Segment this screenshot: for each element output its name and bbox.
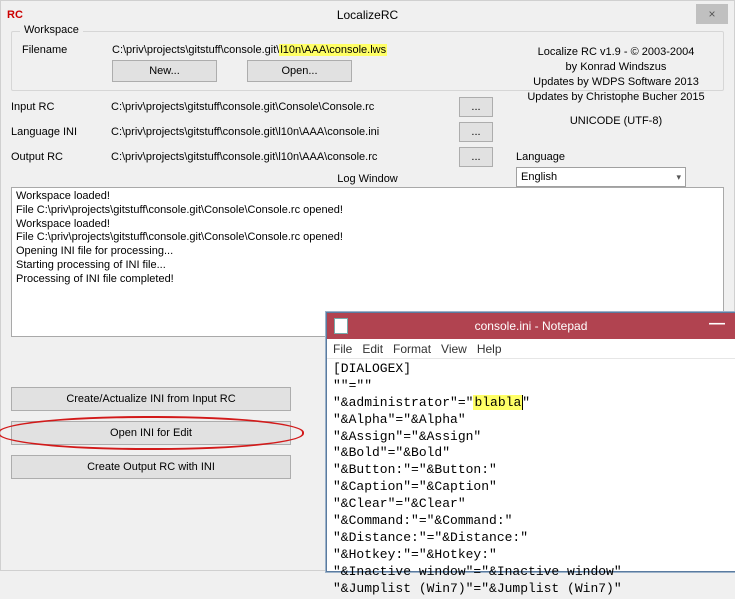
language-ini-value: C:\priv\projects\gitstuff\console.git\l1… (111, 126, 451, 138)
menu-edit[interactable]: Edit (362, 342, 383, 356)
app-icon: RC (7, 9, 23, 21)
filename-label: Filename (22, 44, 112, 56)
np-highlight: blabla (473, 395, 523, 410)
notepad-titlebar: console.ini - Notepad — (327, 313, 735, 339)
np-post: " "&Alpha"="&Alpha" "&Assign"="&Assign" … (333, 395, 622, 596)
create-output-rc-button[interactable]: Create Output RC with INI (11, 455, 291, 479)
filename-highlight: l10n\AAA\console.lws (279, 44, 387, 56)
about-encoding: UNICODE (UTF-8) (516, 114, 716, 129)
language-label: Language (516, 151, 716, 163)
input-rc-browse-button[interactable]: ... (459, 97, 493, 117)
about-line2: by Konrad Windszus (516, 60, 716, 75)
menu-format[interactable]: Format (393, 342, 431, 356)
about-line1: Localize RC v1.9 - © 2003-2004 (516, 45, 716, 60)
window-title: LocalizeRC (337, 8, 398, 22)
np-pre: [DIALOGEX] ""="" "&administrator"=" (333, 361, 473, 410)
notepad-menu: File Edit Format View Help (327, 339, 735, 359)
about-line4: Updates by Christophe Bucher 2015 (516, 90, 716, 105)
output-rc-browse-button[interactable]: ... (459, 147, 493, 167)
menu-view[interactable]: View (441, 342, 467, 356)
titlebar: RC LocalizeRC × (1, 1, 734, 29)
notepad-title: console.ini - Notepad (475, 319, 588, 333)
notepad-minimize-button[interactable]: — (709, 315, 725, 333)
create-ini-button[interactable]: Create/Actualize INI from Input RC (11, 387, 291, 411)
notepad-window: console.ini - Notepad — File Edit Format… (326, 312, 735, 572)
menu-help[interactable]: Help (477, 342, 502, 356)
new-button[interactable]: New... (112, 60, 217, 82)
filename-prefix: C:\priv\projects\gitstuff\console.git\ (112, 44, 279, 56)
about-panel: Localize RC v1.9 - © 2003-2004 by Konrad… (516, 45, 716, 129)
action-buttons: Create/Actualize INI from Input RC Open … (11, 387, 311, 479)
notepad-body[interactable]: [DIALOGEX] ""="" "&administrator"="blabl… (327, 359, 735, 599)
close-button[interactable]: × (696, 4, 728, 24)
main-window: RC LocalizeRC × Workspace Filename C:\pr… (0, 0, 735, 571)
input-rc-value: C:\priv\projects\gitstuff\console.git\Co… (111, 101, 451, 113)
language-ini-browse-button[interactable]: ... (459, 122, 493, 142)
notepad-icon (335, 319, 347, 333)
workspace-legend: Workspace (20, 24, 83, 36)
input-rc-label: Input RC (11, 101, 111, 113)
language-ini-label: Language INI (11, 126, 111, 138)
output-rc-label: Output RC (11, 151, 111, 163)
output-rc-value: C:\priv\projects\gitstuff\console.git\l1… (111, 151, 451, 163)
about-line3: Updates by WDPS Software 2013 (516, 75, 716, 90)
menu-file[interactable]: File (333, 342, 352, 356)
chevron-down-icon: ▾ (676, 172, 681, 183)
language-value: English (521, 171, 557, 183)
open-ini-button[interactable]: Open INI for Edit (11, 421, 291, 445)
language-select[interactable]: English ▾ (516, 167, 686, 187)
filename-value: C:\priv\projects\gitstuff\console.git\l1… (112, 44, 387, 56)
open-button[interactable]: Open... (247, 60, 352, 82)
language-panel: Language English ▾ (516, 151, 716, 187)
